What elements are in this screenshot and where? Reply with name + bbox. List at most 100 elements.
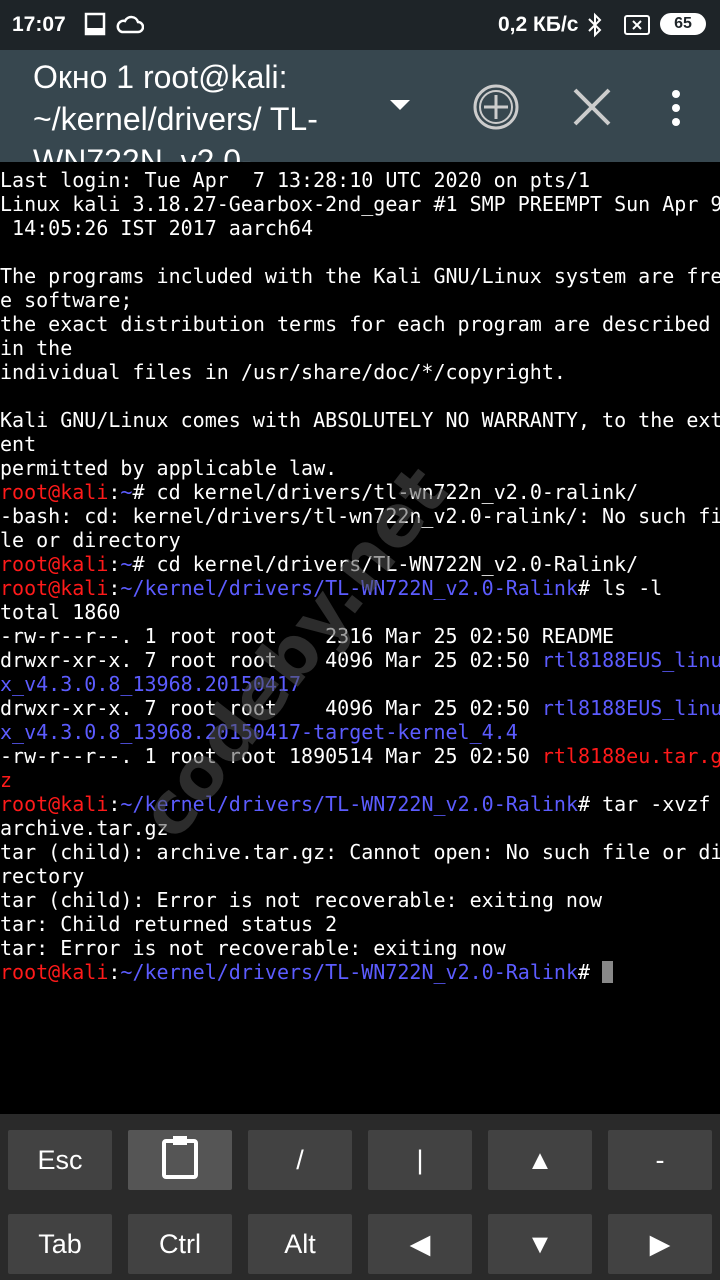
terminal-text: tar: Child returned status 2 <box>0 912 338 936</box>
cloud-icon <box>116 12 145 42</box>
terminal-text: # tar -xvzf <box>577 792 711 816</box>
battery-icon: 65 <box>660 13 706 35</box>
terminal-line: permitted by applicable law. <box>0 456 720 480</box>
terminal-text: rtl8188EUS_linu <box>541 648 720 672</box>
key-label: | <box>416 1144 424 1175</box>
add-session-icon[interactable] <box>472 83 520 136</box>
terminal-line: -rw-r--r--. 1 root root 2316 Mar 25 02:5… <box>0 624 720 648</box>
terminal-line: individual files in /usr/share/doc/*/cop… <box>0 360 720 384</box>
key-up[interactable]: ▲ <box>488 1130 592 1190</box>
terminal-line: tar: Child returned status 2 <box>0 912 720 936</box>
terminal-text: : <box>108 480 121 504</box>
key-label: / <box>296 1144 304 1175</box>
terminal-text: -rw-r--r--. 1 root root 1890514 Mar 25 0… <box>0 744 542 768</box>
more-icon[interactable] <box>668 88 684 133</box>
close-icon[interactable] <box>572 87 612 132</box>
bluetooth-icon <box>585 12 605 44</box>
terminal-line: archive.tar.gz <box>0 816 720 840</box>
terminal-text: ~/kernel/drivers/TL-WN722N_v2.0-Ralink <box>120 576 578 600</box>
terminal-line: x_v4.3.0.8_13968.20150417 <box>0 672 720 696</box>
status-time: 17:07 <box>12 13 66 36</box>
terminal-text: -bash: cd: kernel/drivers/tl-wn722n_v2.0… <box>0 504 720 528</box>
terminal-text: The programs included with the Kali GNU/… <box>0 264 720 288</box>
terminal-text: root@kali <box>0 960 109 984</box>
terminal-text: ~ <box>120 480 133 504</box>
terminal-line: total 1860 <box>0 600 720 624</box>
key-label: ▲ <box>526 1144 554 1175</box>
terminal-text: ~/kernel/drivers/TL-WN722N_v2.0-Ralink <box>120 960 578 984</box>
key-label: Alt <box>284 1228 316 1259</box>
terminal-text: total 1860 <box>0 600 121 624</box>
terminal-line: in the <box>0 336 720 360</box>
key-esc[interactable]: Esc <box>8 1130 112 1190</box>
key-left[interactable]: ◀ <box>368 1214 472 1274</box>
terminal-text: root@kali <box>0 576 109 600</box>
terminal-text: tar (child): archive.tar.gz: Cannot open… <box>0 840 720 864</box>
key-paste[interactable] <box>128 1130 232 1190</box>
terminal-text: archive.tar.gz <box>0 816 169 840</box>
terminal-line: 14:05:26 IST 2017 aarch64 <box>0 216 720 240</box>
key-label: ◀ <box>409 1228 431 1259</box>
terminal-line: ent <box>0 432 720 456</box>
key-down[interactable]: ▼ <box>488 1214 592 1274</box>
window-title[interactable]: Окно 1 root@kali: ~/kernel/drivers/ TL-W… <box>33 56 343 162</box>
terminal-text: le or directory <box>0 528 181 552</box>
terminal-text: e software; <box>0 288 133 312</box>
key-label: ▼ <box>526 1228 554 1259</box>
terminal-text: ~/kernel/drivers/TL-WN722N_v2.0-Ralink <box>120 792 578 816</box>
terminal-text: root@kali <box>0 552 109 576</box>
key-label: - <box>655 1144 665 1175</box>
terminal-text: tar: Error is not recoverable: exiting n… <box>0 936 506 960</box>
key-label: Tab <box>38 1228 82 1259</box>
terminal-line: root@kali:~/kernel/drivers/TL-WN722N_v2.… <box>0 960 720 984</box>
key-label: Esc <box>37 1144 83 1175</box>
terminal-cursor <box>602 961 614 983</box>
terminal-line: root@kali:~/kernel/drivers/TL-WN722N_v2.… <box>0 792 720 816</box>
terminal-text: # cd kernel/drivers/tl-wn722n_v2.0-ralin… <box>132 480 639 504</box>
key-label: Ctrl <box>159 1228 201 1259</box>
terminal-text: drwxr-xr-x. 7 root root 4096 Mar 25 02:5… <box>0 696 542 720</box>
terminal-line: le or directory <box>0 528 720 552</box>
terminal-text: Kali GNU/Linux comes with ABSOLUTELY NO … <box>0 408 720 432</box>
terminal-text: root@kali <box>0 480 109 504</box>
terminal-line: tar (child): Error is not recoverable: e… <box>0 888 720 912</box>
key-right[interactable]: ▶ <box>608 1214 712 1274</box>
terminal-line: root@kali:~/kernel/drivers/TL-WN722N_v2.… <box>0 576 720 600</box>
key-slash[interactable]: / <box>248 1130 352 1190</box>
key-pipe[interactable]: | <box>368 1130 472 1190</box>
terminal-text: the exact distribution terms for each pr… <box>0 312 711 336</box>
terminal-text: permitted by applicable law. <box>0 456 338 480</box>
terminal-line: root@kali:~# cd kernel/drivers/TL-WN722N… <box>0 552 720 576</box>
terminal-text: 14:05:26 IST 2017 aarch64 <box>0 216 314 240</box>
terminal-text: drwxr-xr-x. 7 root root 4096 Mar 25 02:5… <box>0 648 542 672</box>
dropdown-icon[interactable] <box>388 98 412 117</box>
terminal-text: -rw-r--r--. 1 root root 2316 Mar 25 02:5… <box>0 624 615 648</box>
terminal-text: : <box>108 576 121 600</box>
terminal-text: # cd kernel/drivers/TL-WN722N_v2.0-Ralin… <box>132 552 639 576</box>
terminal-text: rtl8188EUS_linu <box>541 696 720 720</box>
terminal-text: # ls -l <box>577 576 663 600</box>
terminal-line: root@kali:~# cd kernel/drivers/tl-wn722n… <box>0 480 720 504</box>
key-minus[interactable]: - <box>608 1130 712 1190</box>
key-alt[interactable]: Alt <box>248 1214 352 1274</box>
terminal-text: rectory <box>0 864 85 888</box>
terminal-text: rtl8188eu.tar.g <box>541 744 720 768</box>
terminal-line: tar (child): archive.tar.gz: Cannot open… <box>0 840 720 864</box>
extra-keys-bar: Esc / | ▲ - Tab Ctrl Alt ◀ ▼ ▶ <box>0 1114 720 1280</box>
terminal-line: The programs included with the Kali GNU/… <box>0 264 720 288</box>
terminal-line: Linux kali 3.18.27-Gearbox-2nd_gear #1 S… <box>0 192 720 216</box>
key-ctrl[interactable]: Ctrl <box>128 1214 232 1274</box>
terminal-text: : <box>108 960 121 984</box>
terminal-line: e software; <box>0 288 720 312</box>
terminal-line: the exact distribution terms for each pr… <box>0 312 720 336</box>
terminal-text: individual files in /usr/share/doc/*/cop… <box>0 360 566 384</box>
key-tab[interactable]: Tab <box>8 1214 112 1274</box>
terminal-line: drwxr-xr-x. 7 root root 4096 Mar 25 02:5… <box>0 648 720 672</box>
terminal-output[interactable]: Last login: Tue Apr 7 13:28:10 UTC 2020 … <box>0 168 720 984</box>
terminal-text: in the <box>0 336 73 360</box>
terminal-text: : <box>108 552 121 576</box>
terminal-text: Last login: Tue Apr 7 13:28:10 UTC 2020 … <box>0 168 591 192</box>
terminal-line: drwxr-xr-x. 7 root root 4096 Mar 25 02:5… <box>0 696 720 720</box>
terminal-text: Linux kali 3.18.27-Gearbox-2nd_gear #1 S… <box>0 192 720 216</box>
